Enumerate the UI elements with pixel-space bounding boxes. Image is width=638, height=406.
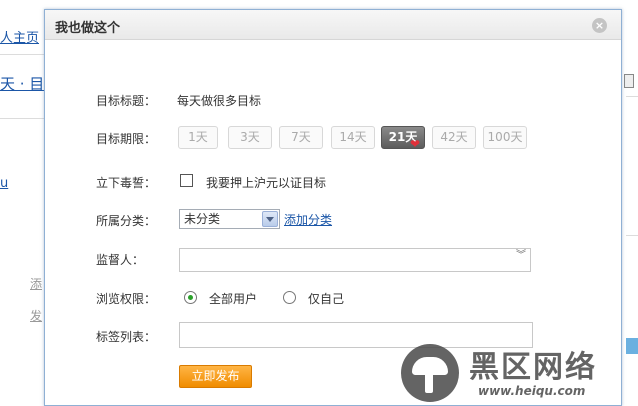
category-selected-value: 未分类: [184, 212, 221, 226]
goal-title-label: 目标标题：: [96, 94, 157, 108]
period-option-3[interactable]: 3天: [228, 126, 272, 149]
add-category-link[interactable]: 添加分类: [284, 211, 332, 228]
close-icon[interactable]: ×: [592, 18, 607, 33]
supervisor-label: 监督人：: [96, 253, 145, 267]
divider: [0, 118, 44, 119]
dialog-title: 我也做这个: [55, 21, 121, 36]
watermark-logo-icon: [401, 344, 459, 402]
day-goal-link[interactable]: 天 · 目: [0, 73, 44, 94]
period-option-100[interactable]: 100天: [483, 126, 527, 149]
profile-link[interactable]: 人主页: [0, 27, 39, 46]
chevron-down-icon[interactable]: [262, 211, 278, 227]
add-link[interactable]: 添: [30, 275, 42, 292]
privacy-radio-all[interactable]: [184, 291, 197, 304]
double-chevron-down-icon[interactable]: ︾: [514, 251, 528, 268]
oath-label: 立下毒誓：: [96, 176, 157, 190]
privacy-option-self: 仅自己: [308, 292, 345, 306]
tags-label: 标签列表：: [96, 330, 157, 344]
privacy-label: 浏览权限：: [96, 292, 157, 306]
watermark-url: www.heiqu.com: [478, 384, 586, 398]
period-option-1[interactable]: 1天: [178, 126, 218, 149]
divider: [626, 96, 638, 97]
supervisor-input[interactable]: ︾: [179, 248, 531, 272]
oath-text: 我要押上沪元以证目标: [206, 176, 327, 190]
divider: [626, 235, 638, 236]
period-option-7[interactable]: 7天: [279, 126, 323, 149]
privacy-radio-self[interactable]: [283, 291, 296, 304]
privacy-option-all: 全部用户: [209, 292, 258, 306]
period-option-14[interactable]: 14天: [331, 126, 375, 149]
post-link[interactable]: 发: [30, 307, 42, 324]
side-tab[interactable]: [626, 338, 638, 354]
goal-title-value: 每天做很多目标: [177, 94, 262, 108]
mushroom-stem: [425, 373, 433, 393]
period-option-42[interactable]: 42天: [432, 126, 476, 149]
oath-checkbox[interactable]: [180, 174, 193, 187]
dialog-header: 我也做这个 ×: [45, 10, 621, 40]
category-label: 所属分类：: [96, 214, 157, 228]
category-select[interactable]: 未分类: [179, 209, 280, 229]
heart-icon: ❤: [410, 137, 421, 151]
user-link[interactable]: u: [0, 176, 8, 191]
publish-button[interactable]: 立即发布: [179, 365, 252, 388]
watermark-title: 黑区网络: [469, 350, 597, 385]
period-label: 目标期限：: [96, 132, 157, 146]
divider: [0, 54, 44, 55]
flag-icon: [624, 74, 634, 88]
